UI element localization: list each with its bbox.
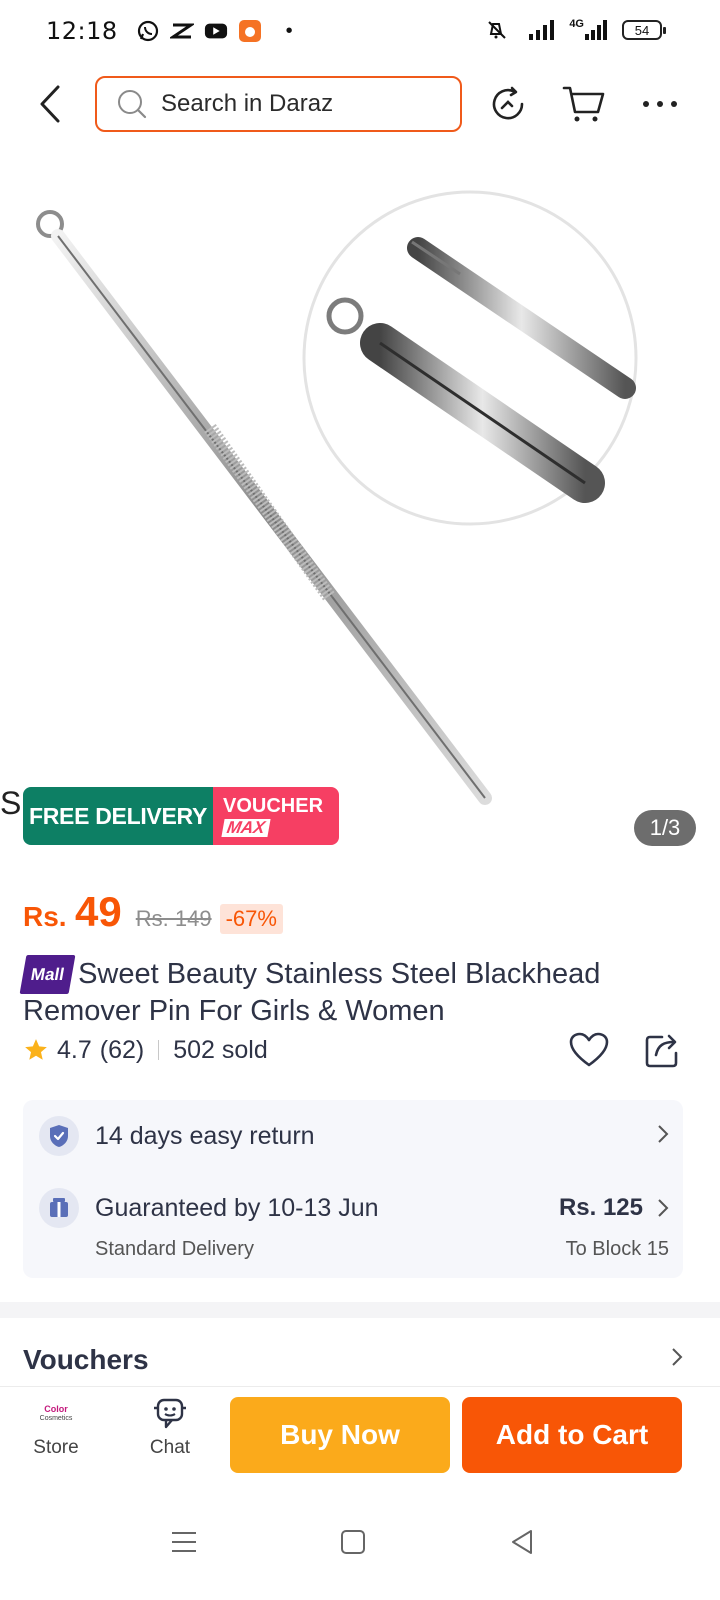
- max-label: MAX: [221, 818, 271, 837]
- battery-icon: 54: [622, 20, 666, 40]
- store-button[interactable]: Color Cosmetics Store: [20, 1397, 92, 1477]
- network-label: 4G: [569, 18, 584, 30]
- product-actions: [569, 1030, 683, 1070]
- voucher-label: VOUCHER: [223, 795, 324, 817]
- chevron-right-icon: [671, 1347, 683, 1373]
- buy-now-button[interactable]: Buy Now: [230, 1397, 450, 1473]
- image-counter: 1/3: [634, 810, 696, 846]
- price-current: Rs. 49: [23, 888, 122, 936]
- search-placeholder: Search in Daraz: [161, 90, 334, 117]
- search-icon: [118, 90, 147, 119]
- signal-icon: [529, 20, 555, 40]
- menu-icon[interactable]: [162, 1520, 206, 1564]
- wishlist-heart-icon[interactable]: [569, 1030, 609, 1070]
- capcut-icon: [169, 19, 194, 43]
- status-bar: 12:18 • 4G 54: [0, 0, 720, 62]
- back-arrow-icon[interactable]: [30, 82, 70, 126]
- free-delivery-badge: FREE DELIVERY: [23, 787, 213, 845]
- status-indicators: 4G 54: [483, 18, 666, 42]
- delivery-fee: Rs. 125: [558, 1194, 643, 1221]
- voucher-max-badge: VOUCHER MAX: [213, 787, 339, 845]
- share-icon[interactable]: [643, 1030, 683, 1070]
- return-text: 14 days easy return: [95, 1122, 315, 1150]
- rating-count: (62): [99, 1035, 145, 1064]
- delivery-type: Standard Delivery: [95, 1238, 254, 1260]
- battery-level: 54: [634, 22, 650, 38]
- product-image[interactable]: [0, 168, 720, 848]
- product-title: Mall Sweet Beauty Stainless Steel Blackhe…: [19, 955, 683, 1029]
- blackhead-pin-illustration: [0, 168, 720, 848]
- status-app-icons: •: [136, 19, 293, 43]
- promo-banner: FREE DELIVERY VOUCHER MAX: [23, 787, 339, 845]
- service-card: 14 days easy return Guaranteed by 10-13 …: [23, 1100, 683, 1278]
- bottom-action-bar: Color Cosmetics Store Chat Buy Now Add t…: [0, 1386, 720, 1486]
- mall-badge: Mall: [19, 955, 76, 994]
- shield-check-icon: [39, 1116, 79, 1156]
- sold-count: 502 sold: [173, 1035, 268, 1064]
- search-input[interactable]: Search in Daraz: [95, 76, 462, 132]
- price-currency: Rs.: [23, 901, 67, 932]
- store-logo-subtext: Cosmetics: [39, 1415, 73, 1422]
- next-image-peek: S: [0, 785, 22, 821]
- youtube-icon: [204, 19, 228, 43]
- more-icon[interactable]: [638, 82, 682, 126]
- chat-button[interactable]: Chat: [134, 1397, 206, 1477]
- return-policy-row[interactable]: 14 days easy return: [39, 1116, 669, 1156]
- notification-dot-icon: •: [285, 19, 293, 42]
- top-header: Search in Daraz: [0, 74, 720, 134]
- store-logo: Color Cosmetics: [33, 1397, 79, 1431]
- price-original: Rs. 149: [135, 906, 212, 931]
- divider: [158, 1040, 160, 1060]
- vouchers-title: Vouchers: [23, 1344, 149, 1375]
- store-logo-text: Color: [44, 1404, 68, 1414]
- chat-icon: [154, 1398, 186, 1429]
- price-row: Rs. 49 Rs. 149 -67%: [23, 888, 283, 936]
- mute-icon: [488, 21, 507, 39]
- rating-row[interactable]: 4.7 (62) 502 sold: [23, 1030, 683, 1070]
- app-orange-icon: [238, 19, 262, 43]
- store-label: Store: [33, 1437, 79, 1458]
- delivery-row[interactable]: Guaranteed by 10-13 Jun Standard Deliver…: [39, 1188, 669, 1268]
- refresh-icon[interactable]: [486, 82, 530, 126]
- discount-badge: -67%: [219, 904, 283, 934]
- product-title-text: Sweet Beauty Stainless Steel Blackhead R…: [23, 958, 601, 1027]
- star-icon: [25, 1039, 47, 1060]
- chat-label: Chat: [149, 1437, 191, 1458]
- whatsapp-icon: [136, 19, 160, 43]
- section-divider: [0, 1302, 720, 1318]
- system-navigation-bar: [0, 1486, 720, 1600]
- network-4g-icon: 4G: [569, 18, 608, 42]
- price-value: 49: [75, 888, 122, 935]
- cart-icon[interactable]: [562, 82, 606, 126]
- chevron-right-icon: [657, 1198, 669, 1224]
- home-icon[interactable]: [331, 1520, 375, 1564]
- back-triangle-icon[interactable]: [500, 1520, 544, 1564]
- chevron-right-icon: [657, 1124, 669, 1150]
- rating-score: 4.7: [57, 1035, 92, 1064]
- add-to-cart-button[interactable]: Add to Cart: [462, 1397, 682, 1473]
- delivery-location: To Block 15: [565, 1238, 669, 1260]
- vouchers-row[interactable]: Vouchers: [23, 1338, 683, 1382]
- delivery-guarantee: Guaranteed by 10-13 Jun: [95, 1194, 379, 1222]
- status-time: 12:18: [46, 17, 118, 45]
- delivery-box-icon: [39, 1188, 79, 1228]
